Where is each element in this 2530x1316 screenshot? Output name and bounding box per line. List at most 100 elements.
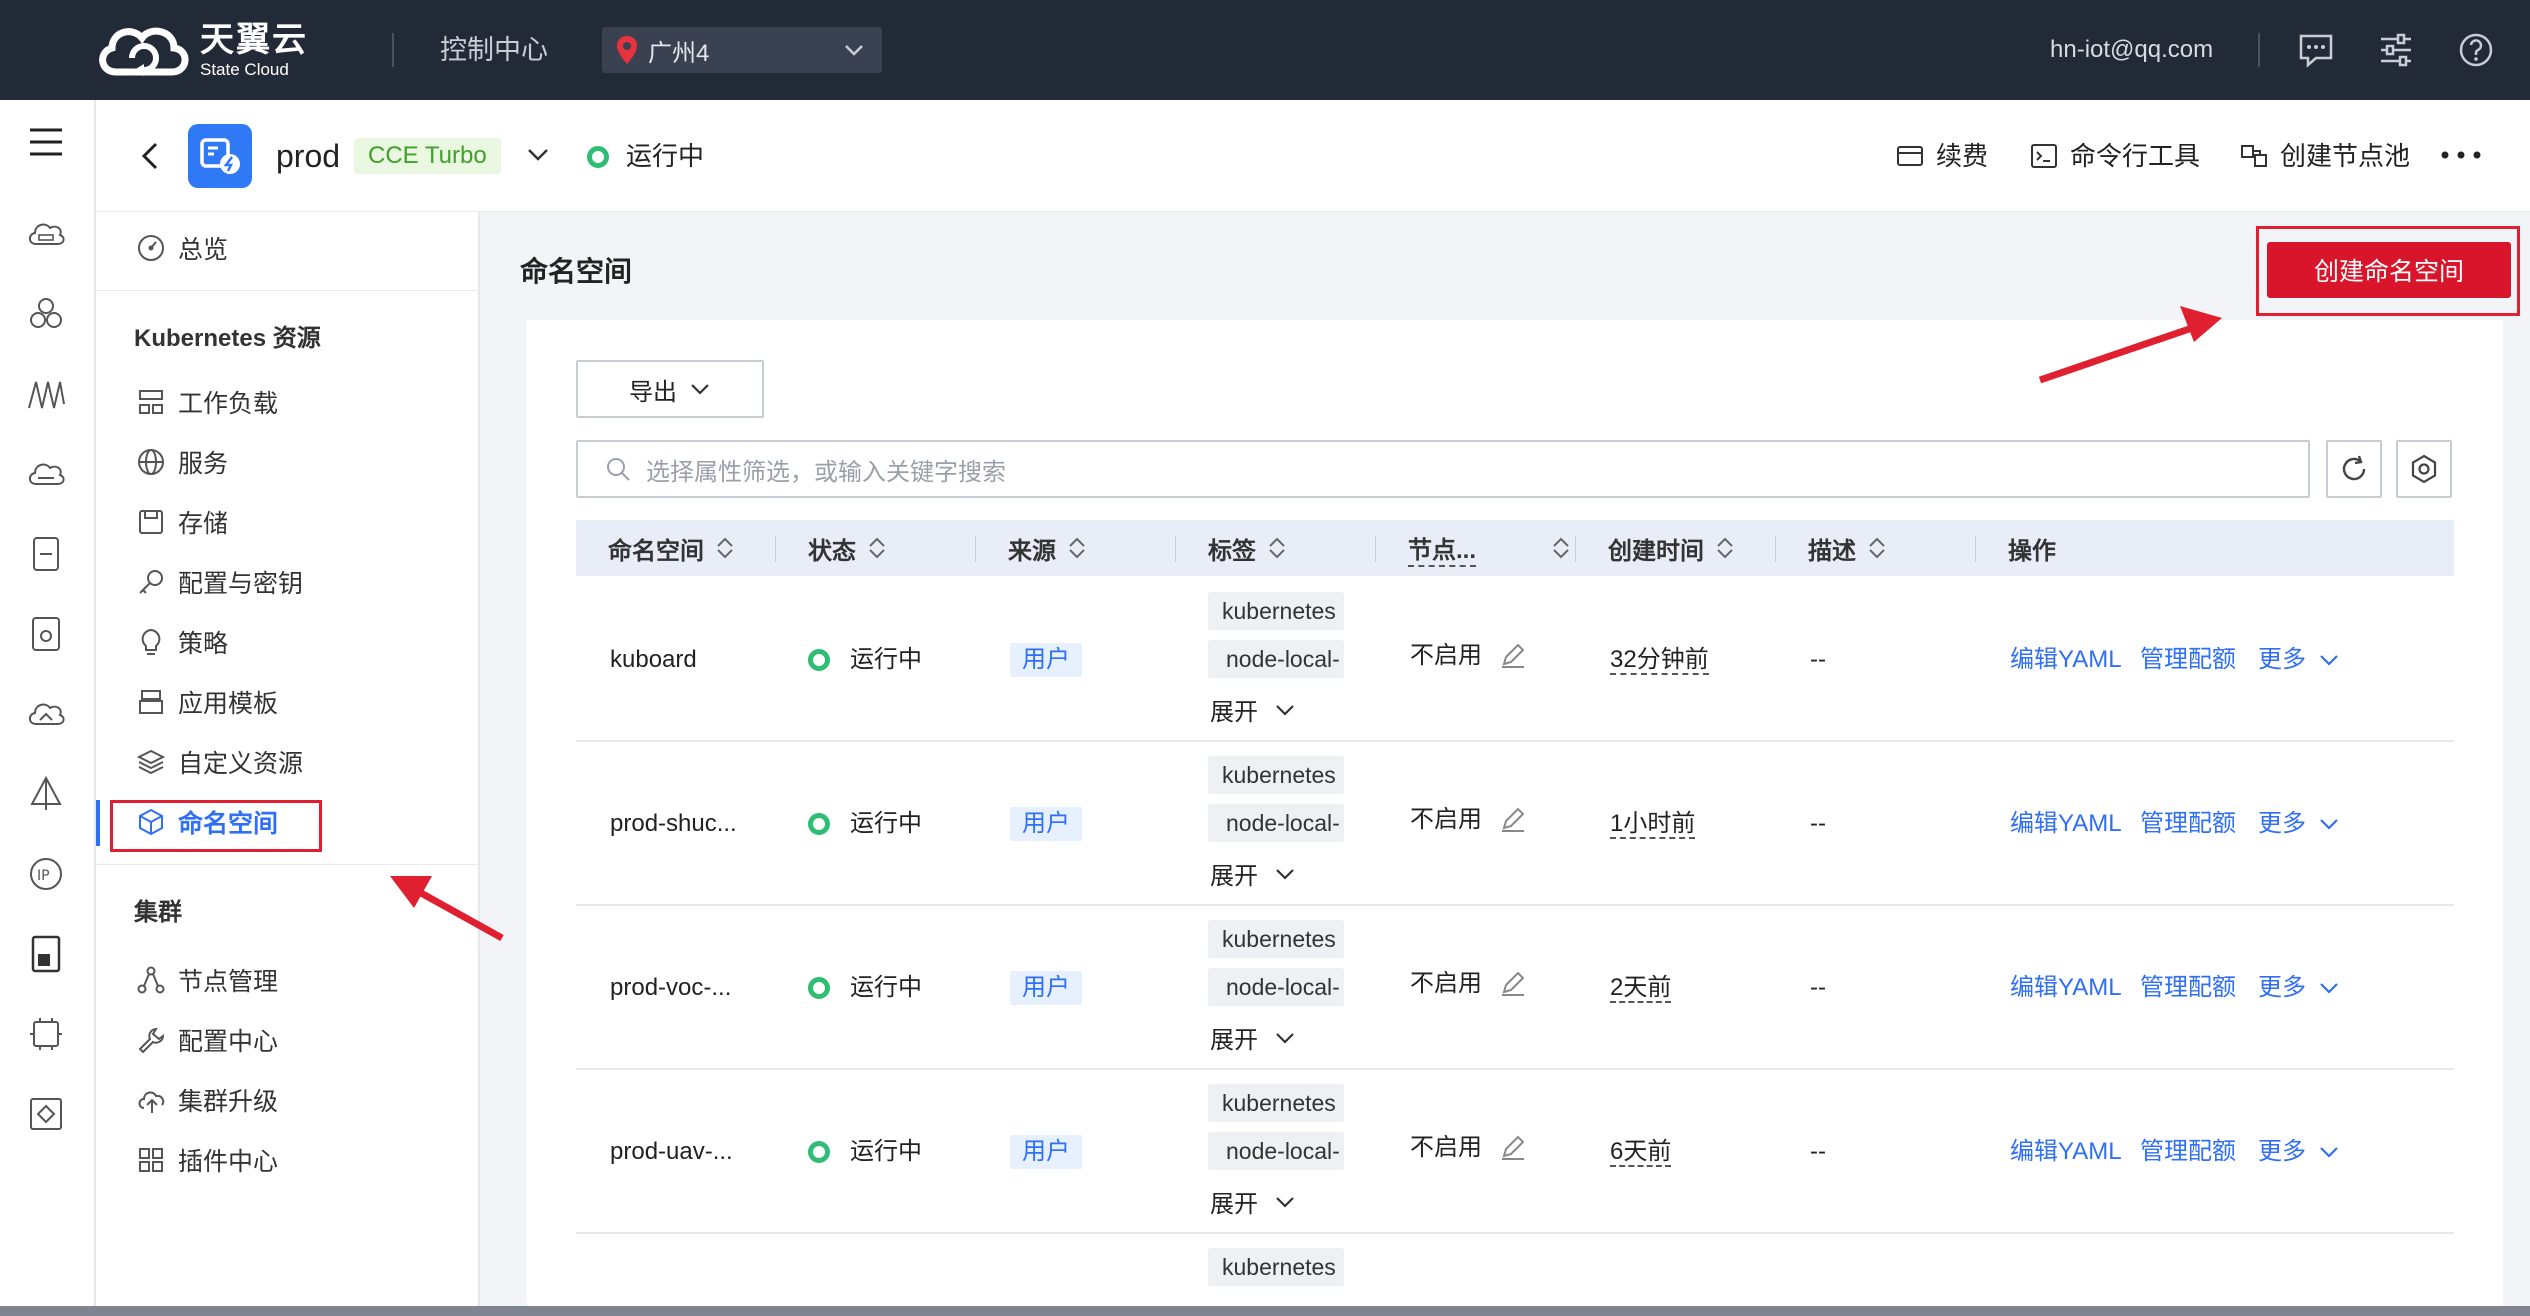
more-actions-dropdown[interactable]: 更多 [2258,808,2340,840]
sidebar-item-app-templates[interactable]: 应用模板 [136,682,278,722]
edit-pencil-icon[interactable] [1498,804,1528,834]
message-icon[interactable] [2296,30,2336,70]
sort-icon [1069,537,1085,559]
more-actions-dropdown[interactable]: 更多 [2258,1136,2340,1168]
sidebar-group-k8s: Kubernetes 资源 [134,325,321,352]
namespace-name[interactable]: prod-voc-... [610,972,731,1004]
column-header-source[interactable]: 来源 [1008,520,1088,576]
more-actions-dropdown[interactable]: 更多 [2258,972,2340,1004]
sidebar-item-cluster-upgrade[interactable]: 集群升级 [136,1080,278,1120]
more-actions-dropdown[interactable]: 更多 [2258,644,2340,676]
column-header-labels[interactable]: 标签 [1208,520,1288,576]
source-tag: 用户 [1010,971,1082,1005]
create-namespace-button[interactable]: 创建命名空间 [2267,242,2511,298]
sidebar-item-label: 服务 [178,450,229,478]
sidebar-item-plugin-center[interactable]: 插件中心 [136,1140,278,1180]
brand-name-cn: 天翼云 [200,21,308,59]
manage-quota-link[interactable]: 管理配额 [2140,644,2236,676]
brand-logo[interactable]: 天翼云 State Cloud [94,18,308,82]
column-header-description[interactable]: 描述 [1808,520,1888,576]
expand-labels-toggle[interactable]: 展开 [1210,1184,1296,1219]
cli-tool-button[interactable]: 命令行工具 [2030,138,2200,174]
column-header-node[interactable]: 节点... [1408,520,1572,576]
expand-labels-toggle[interactable]: 展开 [1210,1020,1296,1055]
cloud-network-icon[interactable] [26,694,66,734]
svg-text:IP: IP [37,868,50,884]
manage-quota-link[interactable]: 管理配额 [2140,972,2236,1004]
user-account[interactable]: hn-iot@qq.com [2050,32,2213,68]
chip-icon[interactable] [26,1014,66,1054]
refresh-button[interactable] [2326,440,2382,498]
sidebar-item-config-secrets[interactable]: 配置与密钥 [136,562,303,602]
sort-icon [1269,537,1285,559]
container-icon[interactable] [26,534,66,574]
region-select[interactable]: 广州4 [602,27,882,73]
column-header-namespace[interactable]: 命名空间 [608,520,736,576]
description: -- [1810,974,1826,1001]
sidebar-item-custom-resources[interactable]: 自定义资源 [136,742,303,782]
back-arrow-icon[interactable] [136,138,166,174]
storage-box-icon[interactable] [26,614,66,654]
status-dot [808,813,830,835]
sidebar-item-storage[interactable]: 存储 [136,502,228,542]
settings-sliders-icon[interactable] [2376,30,2416,70]
sidebar-item-overview[interactable]: 总览 [136,228,228,268]
edit-yaml-link[interactable]: 编辑YAML [2010,1136,2122,1168]
sidebar-item-policies[interactable]: 策略 [136,622,228,662]
table-row: prod-uav-... 运行中 用户 kubernetes node-local- 展开… [576,1070,2454,1234]
namespace-name[interactable]: prod-uav-... [610,1136,733,1168]
edit-yaml-link[interactable]: 编辑YAML [2010,972,2122,1004]
manage-quota-link[interactable]: 管理配额 [2140,808,2236,840]
edit-pencil-icon[interactable] [1498,1132,1528,1162]
column-header-status[interactable]: 状态 [808,520,888,576]
cluster-nodes-icon[interactable] [26,294,66,334]
edit-yaml-link[interactable]: 编辑YAML [2010,644,2122,676]
edit-pencil-icon[interactable] [1498,968,1528,998]
status-dot [808,649,830,671]
table-settings-button[interactable] [2396,440,2452,498]
gateway-diamond-icon[interactable] [26,1094,66,1134]
divider [775,536,776,562]
divider [392,33,394,67]
more-actions-icon[interactable] [2436,140,2486,170]
menu-icon[interactable] [26,122,66,162]
expand-label: 展开 [1210,1027,1258,1054]
monitor-wave-icon[interactable] [26,374,66,414]
terminal-icon [2031,144,2057,168]
namespace-name[interactable]: prod-shuc... [610,808,737,840]
product-icon-rail: IP [0,100,96,1316]
console-link[interactable]: 控制中心 [440,30,548,70]
expand-labels-toggle[interactable]: 展开 [1210,856,1296,891]
column-header-created[interactable]: 创建时间 [1608,520,1736,576]
sidebar-item-services[interactable]: 服务 [136,442,228,482]
ip-icon[interactable]: IP [26,854,66,894]
cluster-switch-chevron-icon[interactable] [526,142,550,166]
export-button[interactable]: 导出 [576,360,764,418]
renew-label: 续费 [1936,141,1989,171]
status-dot [808,977,830,999]
save-disk-icon [139,510,163,534]
status-dot [808,1141,830,1163]
column-header-actions: 操作 [2008,520,2056,576]
sidebar-item-label: 节点管理 [178,968,279,996]
cloud-server-icon[interactable] [26,214,66,254]
namespace-name[interactable]: kuboard [610,644,697,676]
sidebar-item-workloads[interactable]: 工作负载 [136,382,278,422]
deploy-sail-icon[interactable] [26,774,66,814]
create-node-pool-button[interactable]: 创建节点池 [2240,138,2410,174]
search-input[interactable]: 选择属性筛选，或输入关键字搜索 [576,440,2310,498]
label-tag: kubernetes [1208,756,1344,794]
window-bottom-edge [0,1306,2530,1316]
sidebar-item-node-management[interactable]: 节点管理 [136,960,278,1000]
sidebar-item-label: 存储 [178,510,229,538]
report-document-icon[interactable] [26,934,66,974]
edit-yaml-link[interactable]: 编辑YAML [2010,808,2122,840]
help-icon[interactable] [2456,30,2496,70]
edit-pencil-icon[interactable] [1498,640,1528,670]
manage-quota-link[interactable]: 管理配额 [2140,1136,2236,1168]
expand-labels-toggle[interactable]: 展开 [1210,692,1296,727]
cloud-database-icon[interactable] [26,454,66,494]
sidebar-item-config-center[interactable]: 配置中心 [136,1020,278,1060]
expand-label: 展开 [1210,863,1258,890]
renew-button[interactable]: 续费 [1896,138,1988,174]
